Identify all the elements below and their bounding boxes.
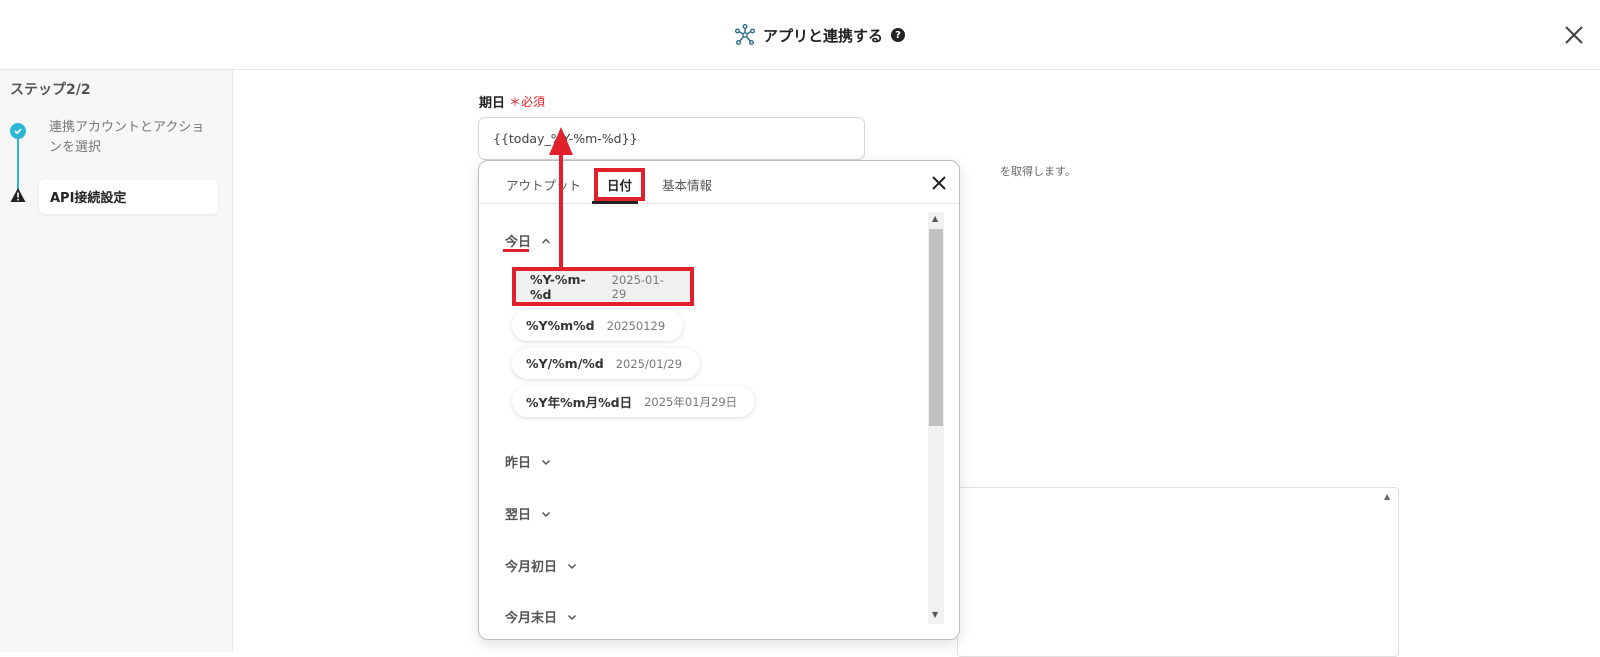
- chevron-down-icon: [541, 459, 551, 465]
- section-month-end[interactable]: 今月末日: [505, 607, 577, 626]
- section-month-end-label: 今月末日: [505, 611, 558, 626]
- section-tomorrow-label: 翌日: [505, 508, 532, 523]
- scroll-up-icon[interactable]: ▲: [1384, 492, 1390, 501]
- due-date-input[interactable]: {{today_%Y-%m-%d}}: [478, 117, 865, 160]
- section-today-label: 今日: [505, 235, 532, 250]
- due-date-label-text: 期日: [479, 96, 506, 111]
- format-label: %Y%m%d: [526, 318, 595, 333]
- due-date-label: 期日 ＊必須: [479, 92, 545, 111]
- scroll-down-icon[interactable]: ▼: [932, 610, 938, 619]
- scroll-up-icon[interactable]: ▲: [932, 214, 938, 223]
- step-connector: [17, 132, 19, 194]
- format-item-ymd-slash[interactable]: %Y/%m/%d 2025/01/29: [512, 348, 701, 379]
- format-label: %Y年%m月%d日: [526, 395, 633, 410]
- sidebar-item-account-action[interactable]: 連携アカウントとアクションを選択: [49, 118, 214, 158]
- close-icon[interactable]: [1561, 22, 1587, 48]
- format-example: 2025-01-29: [611, 272, 664, 301]
- format-example: 2025年01月29日: [644, 394, 738, 409]
- app-link-icon: [735, 24, 755, 46]
- chevron-down-icon: [567, 614, 577, 620]
- chevron-up-icon: [541, 237, 551, 244]
- section-yesterday-label: 昨日: [505, 456, 532, 471]
- step-sidebar: ステップ2/2 連携アカウントとアクションを選択 API接続設定: [0, 70, 233, 652]
- chevron-down-icon: [567, 563, 577, 569]
- section-month-start-label: 今月初日: [505, 560, 558, 575]
- format-item-ymd-dash[interactable]: %Y-%m-%d 2025-01-29: [516, 271, 690, 302]
- section-tomorrow[interactable]: 翌日: [505, 504, 551, 523]
- modal-title-text: アプリと連携する: [763, 26, 884, 45]
- section-today[interactable]: 今日: [505, 231, 551, 250]
- format-example: 20250129: [606, 318, 666, 333]
- active-tab-indicator: [592, 201, 638, 204]
- check-icon: [10, 123, 26, 139]
- picker-tabs: アウトプット 日付 基本情報: [479, 161, 959, 204]
- modal-title: アプリと連携する ?: [735, 22, 906, 48]
- required-badge: ＊必須: [509, 95, 546, 109]
- format-label: %Y-%m-%d: [530, 271, 586, 302]
- tab-date[interactable]: 日付: [607, 175, 632, 194]
- format-example: 2025/01/29: [615, 356, 683, 371]
- tab-output[interactable]: アウトプット: [506, 175, 581, 194]
- warning-icon: [10, 188, 26, 202]
- body-textarea[interactable]: [957, 487, 1399, 657]
- help-icon[interactable]: ?: [891, 28, 906, 42]
- section-yesterday[interactable]: 昨日: [505, 452, 551, 471]
- chevron-down-icon: [541, 511, 551, 517]
- format-label: %Y/%m/%d: [526, 356, 604, 371]
- section-month-start[interactable]: 今月初日: [505, 556, 577, 575]
- format-item-ymd-kanji[interactable]: %Y年%m月%d日 2025年01月29日: [512, 386, 756, 417]
- sidebar-item-api-settings[interactable]: API接続設定: [39, 179, 218, 214]
- step-title: ステップ2/2: [10, 82, 91, 98]
- close-icon[interactable]: [930, 174, 948, 192]
- format-item-ymd-compact[interactable]: %Y%m%d 20250129: [512, 310, 684, 341]
- field-hint: を取得します。: [1000, 165, 1076, 178]
- tab-basic-info[interactable]: 基本情報: [662, 175, 712, 194]
- today-annotation-underline: [503, 249, 529, 252]
- modal-header: アプリと連携する ?: [0, 0, 1600, 70]
- picker-scroll-thumb[interactable]: [929, 229, 943, 426]
